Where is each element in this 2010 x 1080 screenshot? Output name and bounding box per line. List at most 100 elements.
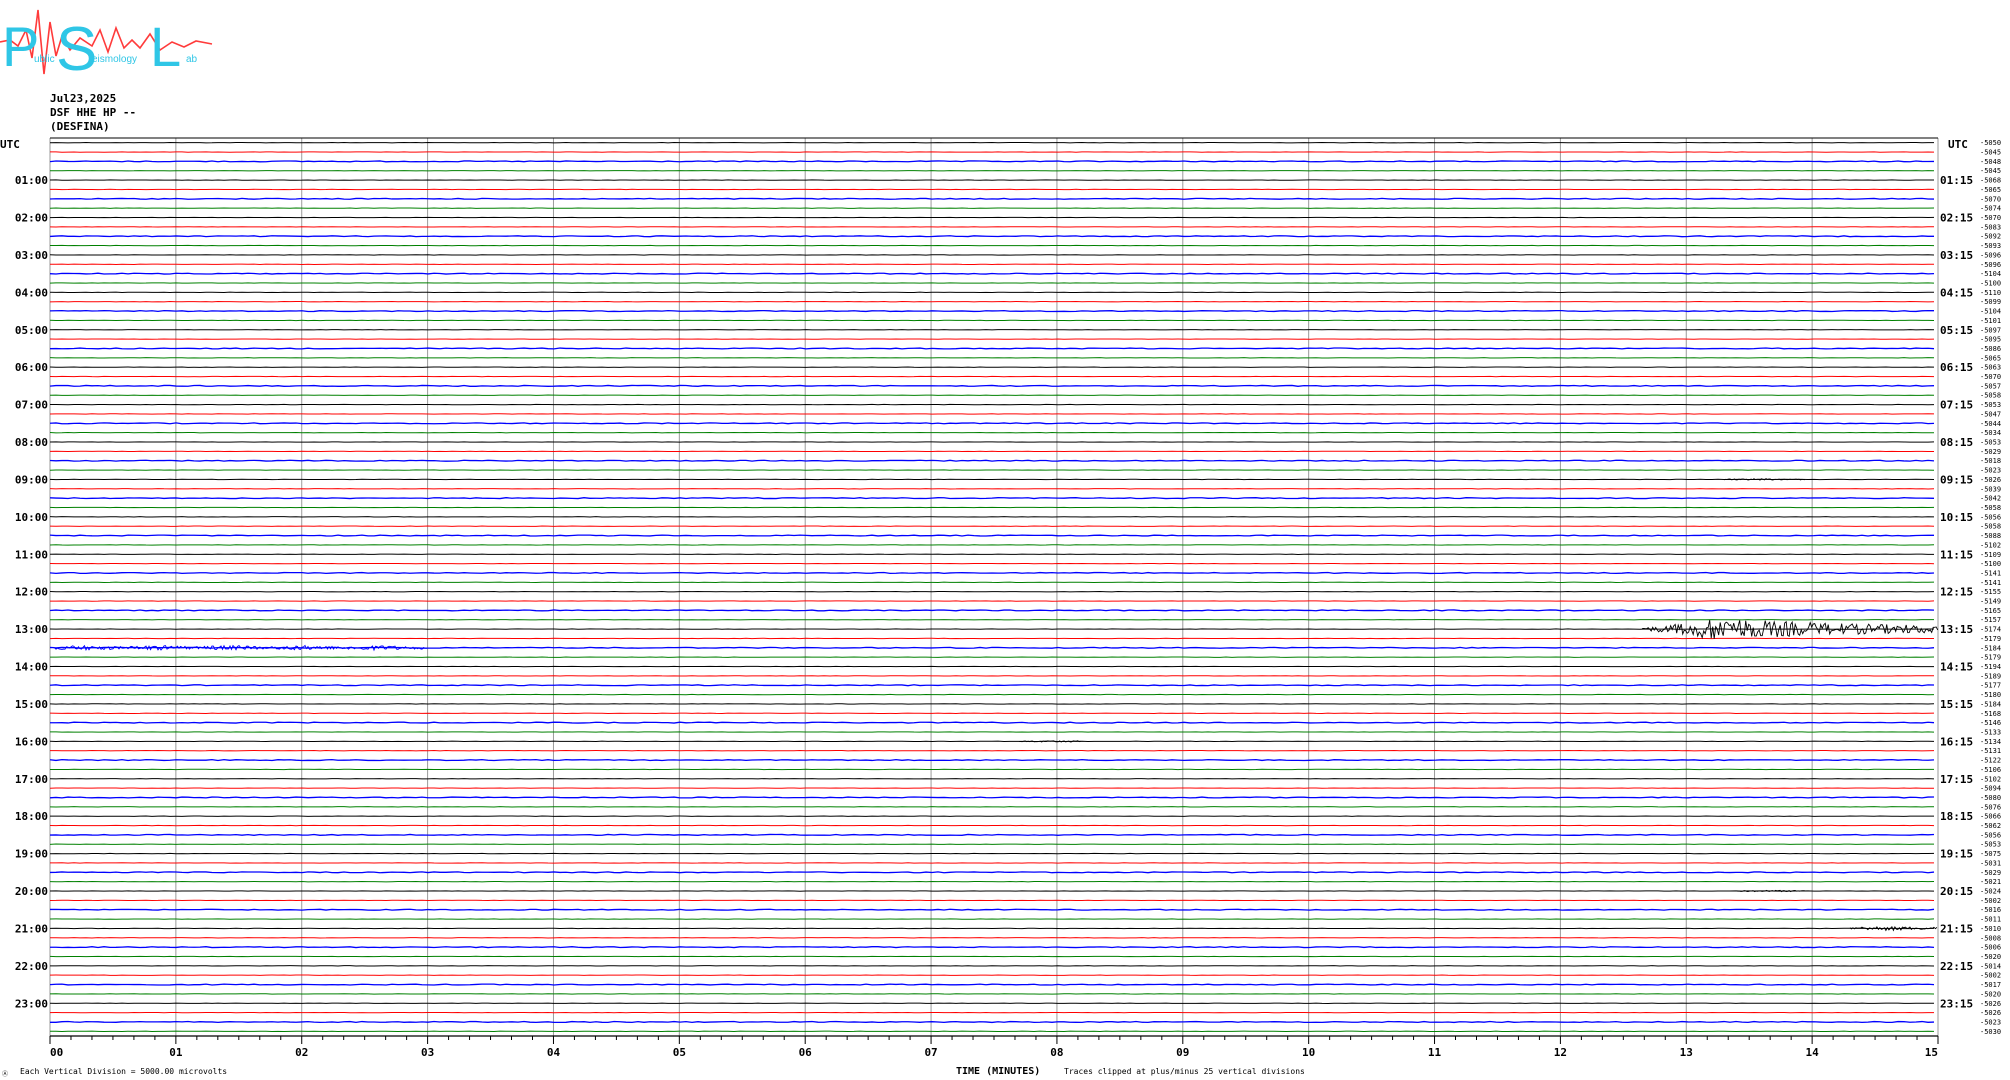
left-hour-label: 05:00 <box>15 324 48 337</box>
trace-offset-label: -5039 <box>1980 485 2001 493</box>
trace-offset-label: -5020 <box>1980 990 2001 998</box>
trace-offset-label: -5092 <box>1980 233 2001 241</box>
trace-offset-label: -5086 <box>1980 345 2001 353</box>
trace-offset-label: -5179 <box>1980 635 2001 643</box>
trace-offset-label: -5165 <box>1980 607 2001 615</box>
time-gridlines <box>49 137 1939 1037</box>
trace-offset-label: -5034 <box>1980 429 2001 437</box>
right-hour-label: 01:15 <box>1940 174 1973 187</box>
trace-line <box>49 796 1935 799</box>
trace-line <box>49 758 1935 762</box>
right-hour-label: 16:15 <box>1940 735 1973 748</box>
trace-offset-label: -5075 <box>1980 850 2001 858</box>
trace-offset-label: -5080 <box>1980 794 2001 802</box>
x-tick-label: 00 <box>50 1046 63 1059</box>
trace-offset-label: -5100 <box>1980 279 2001 287</box>
left-hour-label: 10:00 <box>15 511 48 524</box>
trace-offset-label: -5184 <box>1980 700 2001 708</box>
trace-offset-label: -5026 <box>1980 476 2001 484</box>
left-hour-label: 04:00 <box>15 286 48 299</box>
trace-offset-label: -5134 <box>1980 738 2001 746</box>
x-tick-label: 09 <box>1176 1046 1189 1059</box>
trace-offset-label: -5180 <box>1980 691 2001 699</box>
trace-offset-label: -5010 <box>1980 925 2001 933</box>
axes: UTC UTC 01:00 02:00 03:00 04:00 05:00 06:00 07:0… <box>0 138 2001 1059</box>
left-hour-label: 03:00 <box>15 249 48 262</box>
x-tick-label: 05 <box>673 1046 686 1059</box>
trace-offset-label: -5026 <box>1980 1009 2001 1017</box>
trace-offset-label: -5109 <box>1980 551 2001 559</box>
right-hour-label: 18:15 <box>1940 810 1973 823</box>
right-hour-label: 13:15 <box>1940 623 1973 636</box>
x-tick-label: 15 <box>1925 1046 1938 1059</box>
trace-offset-label: -5030 <box>1980 1028 2001 1036</box>
right-hour-label: 22:15 <box>1940 960 1973 973</box>
trace-line <box>49 908 1935 911</box>
right-hour-label: 12:15 <box>1940 586 1973 599</box>
trace-offset-label: -5062 <box>1980 822 2001 830</box>
trace-offset-label: -5177 <box>1980 682 2001 690</box>
trace-line <box>49 272 1935 275</box>
left-hour-label: 11:00 <box>15 548 48 561</box>
trace-offset-label: -5104 <box>1980 270 2001 278</box>
trace-offset-label: -5131 <box>1980 747 2001 755</box>
trace-offset-label: -5074 <box>1980 205 2001 213</box>
trace-offset-label: -5063 <box>1980 364 2001 372</box>
x-tick-label: 02 <box>295 1046 308 1059</box>
trace-offset-label: -5168 <box>1980 710 2001 718</box>
x-tick-label: 12 <box>1554 1046 1567 1059</box>
trace-offset-label: -5056 <box>1980 831 2001 839</box>
trace-offset-label: -5106 <box>1980 766 2001 774</box>
trace-offset-label: -5083 <box>1980 223 2001 231</box>
trace-offset-label: -5031 <box>1980 859 2001 867</box>
trace-offset-label: -5058 <box>1980 504 2001 512</box>
trace-offset-label: -5044 <box>1980 420 2001 428</box>
trace-line <box>49 1020 1935 1024</box>
right-hour-label: 09:15 <box>1940 473 1973 486</box>
trace-offset-label: -5100 <box>1980 560 2001 568</box>
footer-clip-note: Traces clipped at plus/minus 25 vertical… <box>1064 1067 1305 1076</box>
right-hour-label: 14:15 <box>1940 661 1973 674</box>
trace-offset-label: -5146 <box>1980 719 2001 727</box>
trace-line <box>49 721 1935 724</box>
x-tick-label: 10 <box>1302 1046 1315 1059</box>
left-hour-label: 01:00 <box>15 174 48 187</box>
trace-offset-label: -5068 <box>1980 177 2001 185</box>
trace-offset-label: -5141 <box>1980 579 2001 587</box>
trace-line <box>49 197 1935 200</box>
trace-line <box>49 309 1935 313</box>
x-tick-label: 03 <box>421 1046 434 1059</box>
right-hour-label: 21:15 <box>1940 922 1973 935</box>
trace-line <box>49 459 1935 462</box>
trace-offset-label: -5097 <box>1980 326 2001 334</box>
left-hour-label: 20:00 <box>15 885 48 898</box>
trace-line <box>49 497 1935 500</box>
trace-offset-label: -5017 <box>1980 981 2001 989</box>
trace-offset-label: -5029 <box>1980 448 2001 456</box>
trace-offset-label: -5093 <box>1980 242 2001 250</box>
trace-offset-label: -5011 <box>1980 916 2001 924</box>
x-tick-label: 14 <box>1806 1046 1820 1059</box>
trace-offset-label: -5102 <box>1980 775 2001 783</box>
trace-offset-label: -5045 <box>1980 167 2001 175</box>
trace-offset-label: -5053 <box>1980 439 2001 447</box>
trace-line <box>49 946 1935 949</box>
trace-offset-label: -5050 <box>1980 139 2001 147</box>
trace-line <box>49 534 1934 537</box>
left-axis-title: UTC <box>0 138 20 151</box>
left-hour-label: 09:00 <box>15 473 48 486</box>
trace-offset-label: -5088 <box>1980 532 2001 540</box>
trace-offset-label: -5026 <box>1980 1000 2001 1008</box>
trace-offset-label: -5024 <box>1980 888 2001 896</box>
trace-line <box>49 871 1935 874</box>
left-hour-label: 21:00 <box>15 922 48 935</box>
trace-offset-label: -5029 <box>1980 869 2001 877</box>
left-hour-label: 19:00 <box>15 848 48 861</box>
x-tick-label: 07 <box>924 1046 937 1059</box>
x-tick-label: 13 <box>1680 1046 1693 1059</box>
trace-offset-label: -5094 <box>1980 785 2001 793</box>
trace-line <box>49 833 1935 836</box>
right-hour-label: 03:15 <box>1940 249 1973 262</box>
right-hour-label: 17:15 <box>1940 773 1973 786</box>
x-tick-label: 04 <box>547 1046 561 1059</box>
